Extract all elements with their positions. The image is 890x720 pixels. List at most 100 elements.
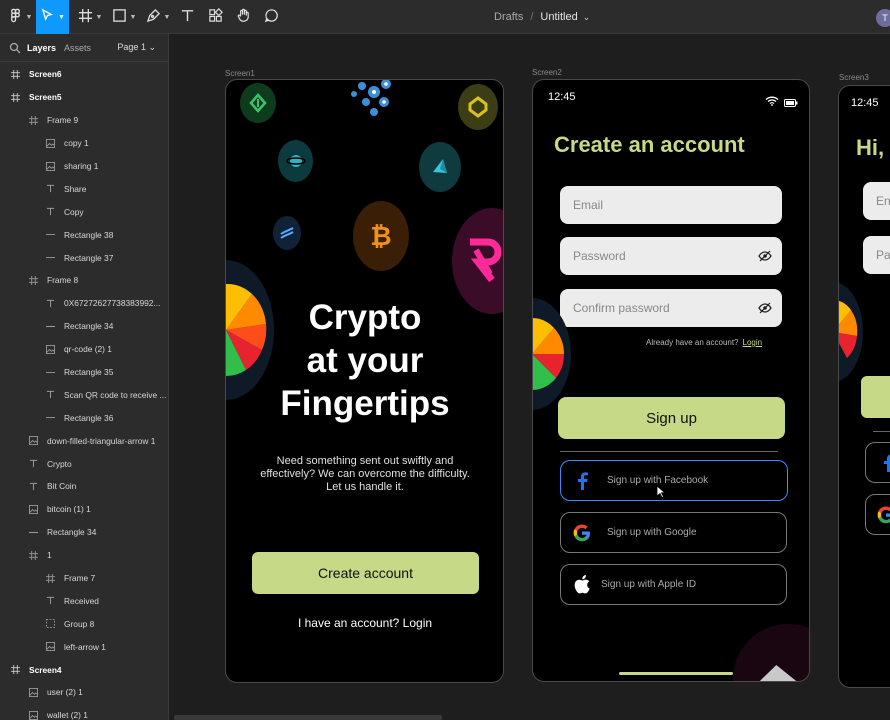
create-account-button[interactable]: Create account	[252, 552, 479, 594]
sign-up-google-button[interactable]: Sign up with Google	[560, 512, 787, 553]
frame-label-screen1[interactable]: Screen1	[225, 69, 255, 78]
password-field[interactable]: Pa	[863, 236, 890, 274]
layer-label: user (2) 1	[47, 687, 83, 698]
layer-row[interactable]: sharing 1	[0, 155, 168, 178]
layer-label: Share	[64, 183, 87, 194]
eye-off-icon[interactable]	[758, 302, 772, 314]
layer-row[interactable]: Screen4	[0, 658, 168, 681]
frame-label-screen2[interactable]: Screen2	[532, 68, 562, 77]
layer-row[interactable]: left-arrow 1	[0, 635, 168, 658]
breadcrumb-project[interactable]: Drafts	[494, 11, 523, 23]
layer-row[interactable]: Rectangle 36	[0, 406, 168, 429]
sign-up-facebook-button-partial[interactable]	[865, 442, 890, 483]
hand-tool-button[interactable]	[233, 0, 253, 34]
password-field[interactable]: Password	[560, 237, 782, 275]
sign-up-button[interactable]: Sign up	[558, 397, 785, 439]
sign-up-apple-button[interactable]: Sign up with Apple ID	[560, 564, 787, 605]
shape-tool-button[interactable]: ▼	[108, 0, 140, 34]
group-icon	[46, 619, 55, 629]
image-icon	[46, 642, 55, 652]
layer-row[interactable]: Rectangle 38	[0, 223, 168, 246]
chevron-down-icon[interactable]: ⌄	[583, 12, 591, 23]
layer-row[interactable]: down-filled-triangular-arrow 1	[0, 429, 168, 452]
layer-row[interactable]: Frame 8	[0, 269, 168, 292]
confirm-password-field[interactable]: Confirm password	[560, 289, 782, 327]
rainbow-wheel-decoration	[839, 282, 863, 382]
login-link[interactable]: I have an account? Login	[226, 616, 503, 630]
layer-row[interactable]: Received	[0, 589, 168, 612]
screen1-frame[interactable]: ₿ Crypto at your Fingertips Need somethi…	[225, 79, 504, 683]
pen-tool-button[interactable]: ▼	[142, 0, 174, 34]
canvas[interactable]: Screen1 ₿ Crypto at your Fingertips Need…	[170, 35, 890, 720]
sign-up-facebook-button[interactable]: Sign up with Facebook	[560, 460, 788, 501]
google-button-label: Sign up with Google	[607, 527, 697, 538]
eye-off-icon[interactable]	[758, 250, 772, 262]
layer-row[interactable]: 1	[0, 544, 168, 567]
file-name[interactable]: Untitled	[540, 11, 577, 23]
text-tool-button[interactable]	[177, 0, 197, 34]
layer-row[interactable]: Group 8	[0, 612, 168, 635]
frame-tool-button[interactable]: ▼	[74, 0, 106, 34]
text-icon	[29, 482, 38, 491]
components-button[interactable]	[205, 0, 225, 34]
components-icon	[208, 8, 223, 26]
layer-label: Rectangle 34	[64, 321, 114, 332]
frame-icon	[29, 550, 38, 560]
layer-label: sharing 1	[64, 161, 99, 171]
already-account-text: Already have an account? Login	[646, 338, 762, 347]
move-tool-button[interactable]: ▼	[36, 0, 69, 34]
layer-row[interactable]: qr-code (2) 1	[0, 338, 168, 361]
stellar-coin-icon	[273, 216, 301, 250]
layer-row[interactable]: Screen6	[0, 63, 168, 86]
email-field[interactable]: Email	[560, 186, 782, 224]
apple-button-label: Sign up with Apple ID	[601, 579, 697, 590]
layer-row[interactable]: wallet (2) 1	[0, 704, 168, 720]
layer-row[interactable]: Crypto	[0, 452, 168, 475]
frame-label-screen3[interactable]: Screen3	[839, 73, 869, 82]
sign-up-google-button-partial[interactable]	[865, 494, 890, 535]
screen2-frame[interactable]: 12:45 Create an account Email Password C…	[532, 79, 810, 682]
email-placeholder-partial: En	[876, 194, 890, 208]
figma-menu-button[interactable]: ▼	[4, 0, 36, 34]
layer-label: Frame 9	[47, 115, 79, 126]
layer-label: qr-code (2) 1	[64, 344, 112, 355]
email-placeholder: Email	[573, 198, 604, 212]
layer-row[interactable]: Screen5	[0, 86, 168, 109]
layer-row[interactable]: Bit Coin	[0, 475, 168, 498]
chevron-down-icon: ▼	[163, 13, 171, 21]
layer-row[interactable]: Scan QR code to receive ...	[0, 383, 168, 406]
layer-label: Rectangle 36	[64, 412, 114, 423]
layer-row[interactable]: Rectangle 37	[0, 246, 168, 269]
horizontal-scrollbar[interactable]	[174, 715, 442, 720]
sign-up-button-partial[interactable]	[861, 376, 890, 418]
layer-row[interactable]: user (2) 1	[0, 681, 168, 704]
layer-row[interactable]: Rectangle 35	[0, 361, 168, 384]
tab-assets[interactable]: Assets	[64, 43, 91, 53]
line-icon	[46, 322, 55, 331]
tab-layers[interactable]: Layers	[27, 43, 56, 53]
layer-row[interactable]: 0X67272627738383992...	[0, 292, 168, 315]
layer-row[interactable]: Copy	[0, 200, 168, 223]
layer-row[interactable]: Share	[0, 177, 168, 200]
layer-row[interactable]: Frame 7	[0, 567, 168, 590]
page-selector[interactable]: Page 1 ⌄	[117, 42, 156, 53]
screen3-frame[interactable]: 12:45 Hi, W En Pa	[838, 85, 890, 688]
layer-row[interactable]: Rectangle 34	[0, 315, 168, 338]
comment-icon	[264, 8, 279, 26]
layer-label: Rectangle 38	[64, 229, 114, 240]
search-icon[interactable]	[9, 42, 21, 54]
layer-row[interactable]: bitcoin (1) 1	[0, 498, 168, 521]
layer-row[interactable]: Frame 9	[0, 109, 168, 132]
login-link[interactable]: Login	[743, 338, 763, 347]
layer-label: Copy	[64, 206, 84, 217]
gold-coin-icon	[458, 84, 498, 130]
comment-button[interactable]	[261, 0, 281, 34]
apple-icon	[573, 575, 591, 594]
text-icon	[46, 390, 55, 399]
email-field[interactable]: En	[863, 182, 890, 220]
frame-icon	[11, 69, 20, 79]
pen-tool-icon	[146, 8, 161, 26]
avatar[interactable]: T	[876, 9, 890, 27]
layer-row[interactable]: copy 1	[0, 132, 168, 155]
layer-row[interactable]: Rectangle 34	[0, 521, 168, 544]
